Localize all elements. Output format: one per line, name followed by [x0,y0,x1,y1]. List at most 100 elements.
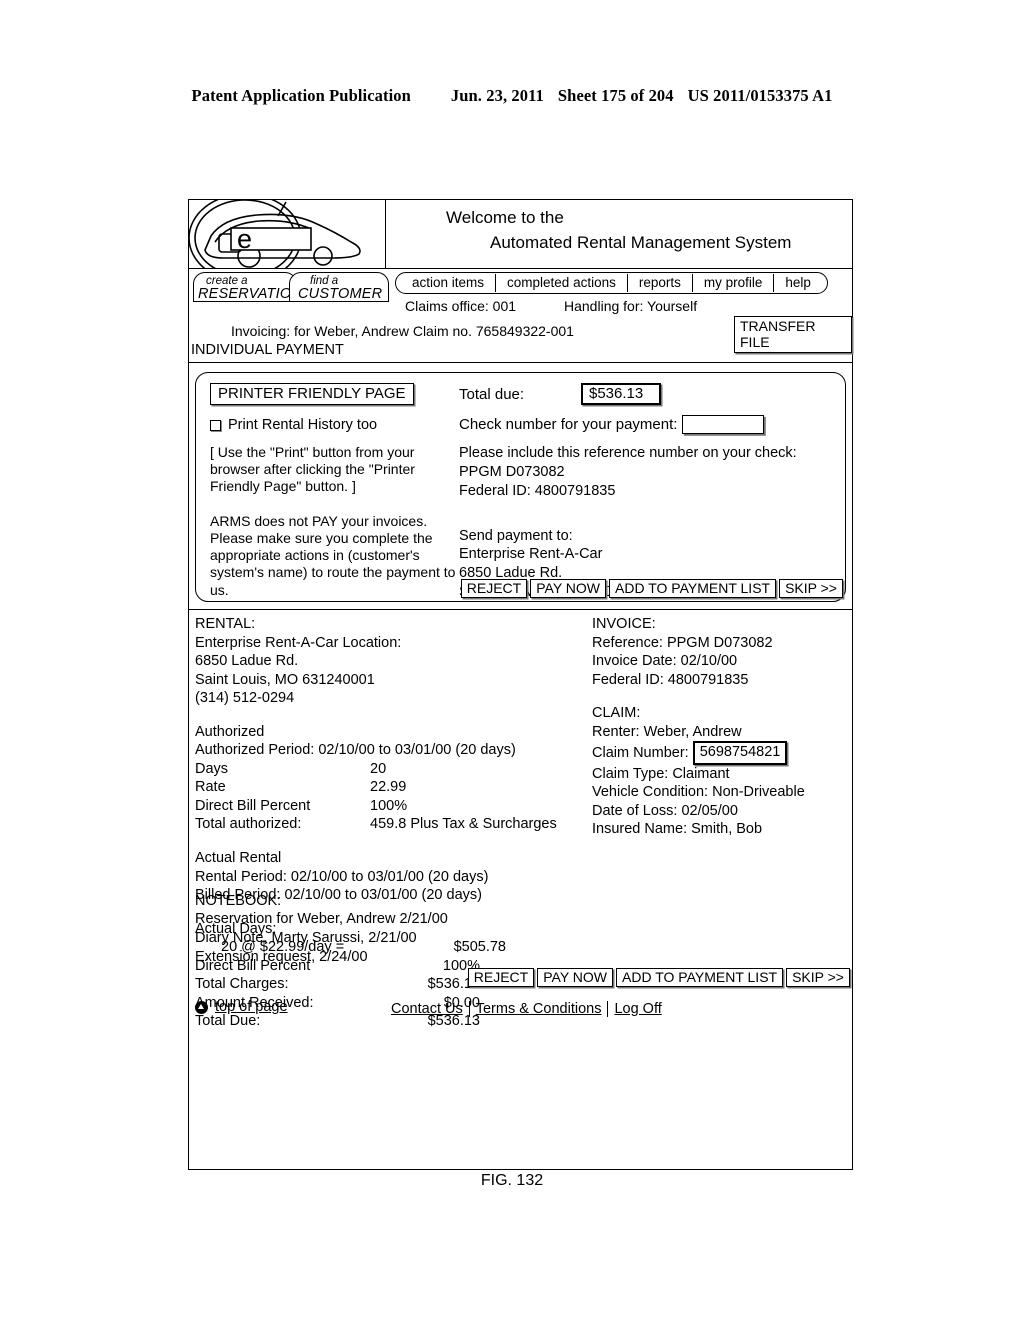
authorized-row-total: Total authorized: 459.8 Plus Tax & Surch… [195,815,590,834]
figure-caption: FIG. 132 [480,1172,544,1189]
svg-text:e: e [237,224,252,254]
print-rental-history-label: Print Rental History too [228,417,378,433]
vehicle-condition: Vehicle Condition: Non-Driveable [592,784,805,801]
footer-links: Contact Us Terms & Conditions Log Off [385,1001,668,1017]
check-number-row: Check number for your payment: [459,415,849,434]
payment-panel-right: Total due: $536.13 Check number for your… [459,383,849,602]
terms-conditions-link[interactable]: Terms & Conditions [470,1001,609,1017]
patent-publication-label: Patent Application Publication [191,86,411,105]
arms-payment-note: ARMS does not PAY your invoices. Please … [210,513,456,598]
invoice-heading: INVOICE: [592,616,656,632]
welcome-text: Welcome to the Automated Rental Manageme… [386,200,852,268]
date-of-loss: Date of Loss: 02/05/00 [592,802,738,819]
print-instruction-note: [ Use the "Print" button from your brows… [210,444,415,495]
authorized-row-days: Days 20 [195,760,590,779]
skip-button-top[interactable]: SKIP >> [779,579,843,598]
handling-for-label: Handling for: Yourself [564,298,698,314]
send-payment-label: Send payment to: [459,527,573,544]
welcome-line-1: Welcome to the [446,208,564,227]
welcome-line-2: Automated Rental Management System [490,232,792,252]
enterprise-logo: e [189,200,386,268]
invoice-block: INVOICE: Reference: PPGM D073082 Invoice… [592,615,848,689]
claims-office-label: Claims office: 001 [405,298,517,314]
claim-renter: Renter: Weber, Andrew [592,723,742,740]
top-of-page-label: top of page [215,999,288,1015]
tab-reports[interactable]: reports [628,274,693,292]
contact-us-link[interactable]: Contact Us [385,1001,470,1017]
notebook-entry: Reservation for Weber, Andrew 2/21/00 [195,911,448,928]
total-due-label: Total due: [459,385,525,403]
payment-panel-left: PRINTER FRIENDLY PAGE Print Rental Histo… [210,383,460,599]
tab-find-customer-line2: CUSTOMER [298,286,383,302]
top-of-page-link[interactable]: top of page [195,999,288,1015]
rental-location-label: Enterprise Rent-A-Car Location: [195,634,402,651]
payment-panel: PRINTER FRIENDLY PAGE Print Rental Histo… [195,372,846,602]
details-section: RENTAL: Enterprise Rent-A-Car Location: … [189,609,852,1029]
reject-button-top[interactable]: REJECT [460,579,528,598]
rental-street: 6850 Ladue Rd. [195,653,299,670]
notebook-section: NOTEBOOK: Reservation for Weber, Andrew … [195,892,448,967]
claim-block: CLAIM: Renter: Weber, Andrew Claim Numbe… [592,704,848,839]
charge-total-charges-key: Total Charges: [195,976,289,993]
authorized-total-value: 459.8 Plus Tax & Surcharges [370,816,557,833]
payment-panel-button-row: REJECT PAY NOW ADD TO PAYMENT LIST SKIP … [460,579,843,598]
arrow-up-icon [195,1000,208,1014]
authorized-total-key: Total authorized: [195,816,302,833]
claim-number-input[interactable]: 5698754821 [692,741,788,765]
rental-block: RENTAL: Enterprise Rent-A-Car Location: … [195,615,590,708]
rental-heading: RENTAL: [195,616,256,632]
tab-help[interactable]: help [774,274,827,292]
tab-completed-actions[interactable]: completed actions [496,274,628,292]
print-rental-history-row[interactable]: Print Rental History too [210,417,460,433]
log-off-link[interactable]: Log Off [608,1001,667,1017]
notebook-entry: Diary Note, Marty Sarussi, 2/21/00 [195,930,417,947]
claim-heading: CLAIM: [592,705,641,722]
check-number-label: Check number for your payment: [459,416,678,433]
invoice-claim-details: INVOICE: Reference: PPGM D073082 Invoice… [592,615,848,839]
tab-my-profile[interactable]: my profile [693,274,775,292]
pay-now-button-bottom[interactable]: PAY NOW [537,968,614,987]
arms-application-window: e Welcome to the Automated Rental Manage… [188,199,853,1170]
transfer-file-button[interactable]: TRANSFER FILE [734,316,852,353]
charge-total-due-key: Total Due: [195,1013,261,1030]
print-rental-history-checkbox[interactable] [210,419,221,431]
page-title: INDIVIDUAL PAYMENT [191,342,344,358]
patent-number: US 2011/0153375 A1 [687,86,833,105]
notebook-heading: NOTEBOOK: [195,892,282,909]
invoice-date: Invoice Date: 02/10/00 [592,653,738,670]
authorized-direct-bill-value: 100% [370,797,408,814]
authorized-rate-value: 22.99 [370,779,407,796]
authorized-row-direct-bill: Direct Bill Percent 100% [195,797,590,816]
reference-block: Please include this reference number on … [459,444,849,501]
patent-header: Patent Application Publication Jun. 23, … [0,86,1024,106]
invoicing-label: Invoicing: for Weber, Andrew Claim no. 7… [231,323,574,339]
nav-strip: create a RESERVATION find a CUSTOMER act… [189,269,852,363]
tab-find-customer-line1: find a [310,275,339,287]
pay-now-button-top[interactable]: PAY NOW [530,579,607,598]
tab-action-items[interactable]: action items [396,274,497,292]
payment-federal-id: Federal ID: 4800791835 [459,482,616,499]
tab-find-customer[interactable]: find a CUSTOMER [289,272,389,302]
total-due-value: $536.13 [581,383,661,405]
authorized-days-key: Days [195,760,229,777]
authorized-heading: Authorized [195,723,265,740]
tab-create-reservation-line1: create a [206,275,248,287]
patent-sheet: Sheet 175 of 204 [557,86,674,105]
rental-phone: (314) 512-0294 [195,690,295,707]
printer-friendly-page-button[interactable]: PRINTER FRIENDLY PAGE [210,383,414,405]
add-to-payment-list-button-top[interactable]: ADD TO PAYMENT LIST [609,579,777,598]
authorized-rate-key: Rate [195,779,226,796]
invoice-reference: Reference: PPGM D073082 [592,634,773,651]
claim-number-label: Claim Number: [592,744,689,761]
notebook-entry: Extension request, 2/24/00 [195,949,368,966]
invoice-federal-id: Federal ID: 4800791835 [592,671,749,688]
authorized-row-rate: Rate 22.99 [195,778,590,797]
check-number-input[interactable] [682,415,765,434]
claim-type: Claim Type: Claimant [592,765,730,782]
claim-number-row: Claim Number: 5698754821 [592,741,848,765]
reject-button-bottom[interactable]: REJECT [467,968,535,987]
add-to-payment-list-button-bottom[interactable]: ADD TO PAYMENT LIST [616,968,784,987]
skip-button-bottom[interactable]: SKIP >> [786,968,850,987]
tab-create-reservation[interactable]: create a RESERVATION [193,272,302,302]
total-due-row: Total due: $536.13 [459,383,849,405]
